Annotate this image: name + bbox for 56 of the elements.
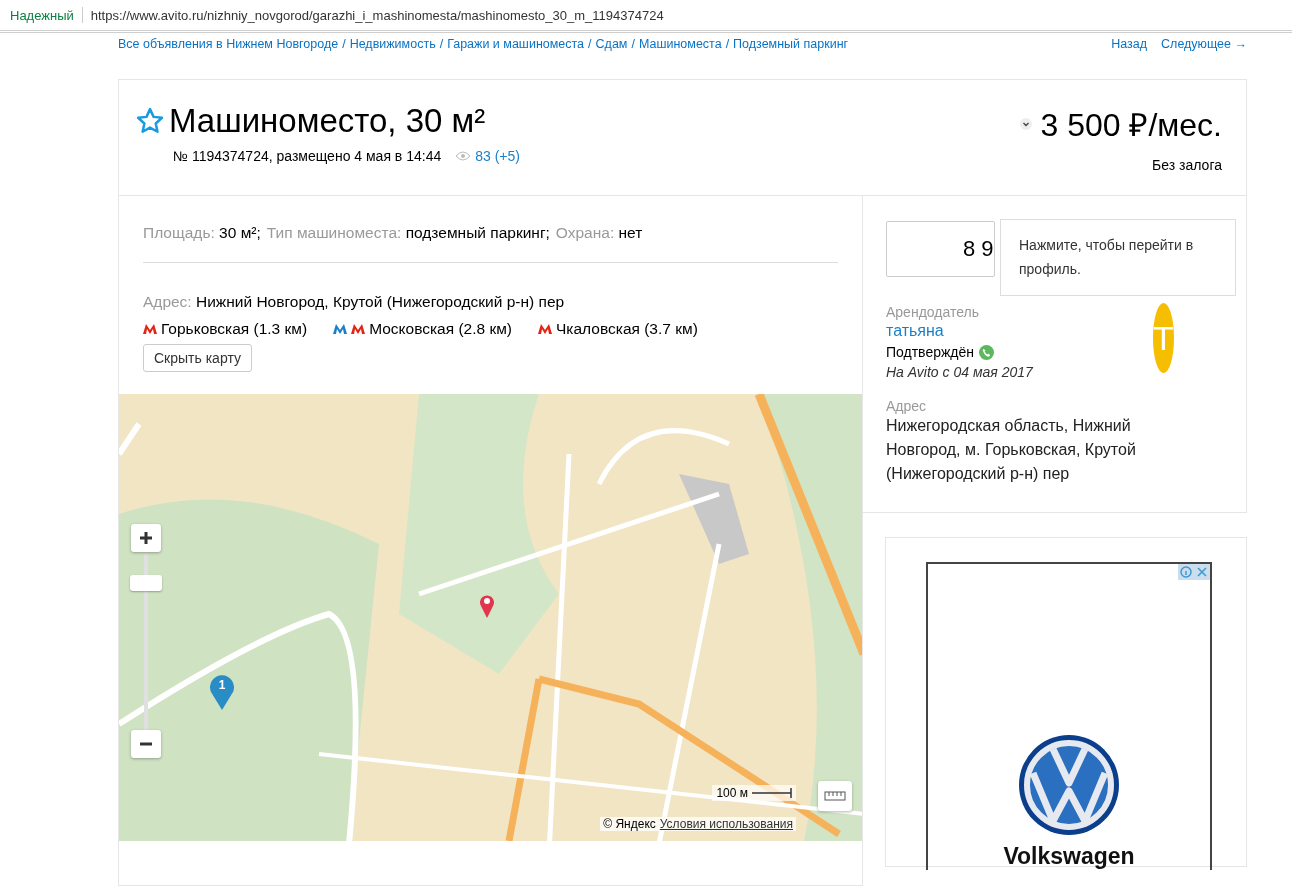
- nav-link[interactable]: Назад: [1111, 37, 1148, 79]
- metro-station: Московская (2.8 км): [369, 320, 513, 338]
- metro-station: Чкаловская (3.7 км): [556, 320, 698, 338]
- breadcrumb-link[interactable]: Гаражи и машиноместа: [447, 37, 585, 79]
- scale-bar-icon: [752, 788, 792, 798]
- security-label: Надежный: [10, 7, 74, 23]
- hide-map-button[interactable]: Скрыть карту: [143, 344, 252, 372]
- listing-title: Машиноместо, 30 м²: [169, 102, 486, 140]
- zoom-in-button[interactable]: [131, 524, 161, 552]
- map-pin-icon: [479, 594, 495, 618]
- emblem-icon: [1017, 733, 1121, 837]
- address-label: Адрес: [886, 398, 927, 414]
- param-text: Тип машиноместа: подземный паркинг;: [266, 224, 550, 242]
- listing-meta: № 1194374724, размещено 4 мая в 14:44: [173, 148, 442, 164]
- phone-icon: [979, 344, 995, 360]
- plus-icon: [139, 531, 153, 545]
- metro-station: Горьковская (1.3 км): [161, 320, 308, 338]
- breadcrumb-link[interactable]: Машиноместа: [638, 37, 722, 79]
- price: 3 500 ₽/мес.: [1040, 106, 1222, 145]
- breadcrumb-separator: /: [631, 37, 635, 53]
- breadcrumb-link[interactable]: Недвижимость: [349, 37, 436, 79]
- dropdown-icon[interactable]: [1020, 117, 1033, 130]
- breadcrumb-link[interactable]: Все объявления в Нижнем Новгороде: [118, 37, 339, 79]
- address-bar[interactable]: https://www.avito.ru/nizhniy_novgorod/garazhi_i_mashinomesta/mashinomesto_30_m_1194374724: [90, 7, 664, 23]
- seller-address: Нижегородская область, Нижний Новгород, м. Горьковская, Крутой (Нижегородский р-н) пер: [886, 416, 1137, 484]
- breadcrumb-separator: /: [439, 37, 444, 53]
- zoom-slider-handle[interactable]: [130, 575, 162, 591]
- breadcrumb-separator: /: [588, 37, 592, 53]
- member-since: На Avito с 04 мая 2017: [886, 364, 1033, 380]
- info-icon[interactable]: [1178, 564, 1194, 580]
- breadcrumb-separator: /: [342, 37, 346, 53]
- breadcrumb-link[interactable]: Сдам: [595, 37, 628, 79]
- deposit-note: Без залога: [1151, 157, 1222, 173]
- seller-role: Арендодатель: [886, 304, 979, 320]
- profile-tooltip: Нажмите, чтобы перейти в профиль.: [1000, 219, 1236, 296]
- address-text: Адрес: Нижний Новгород, Крутой (Нижегородский р-н) пер: [143, 293, 566, 311]
- param-text: Охрана: нет: [555, 224, 643, 242]
- phone-button[interactable]: 8 9: [886, 221, 995, 277]
- ruler-button[interactable]: [818, 781, 852, 811]
- map-scale: 100 м: [716, 786, 748, 800]
- param-text: Площадь: 30 м²;: [143, 224, 261, 242]
- map-copyright: © Яндекс: [603, 817, 656, 831]
- nav-link[interactable]: Следующее →: [1161, 37, 1247, 79]
- favorite-star-icon[interactable]: [135, 106, 165, 136]
- verified-label: Подтверждён: [886, 344, 975, 360]
- cluster-marker[interactable]: 1: [209, 674, 235, 710]
- ad-banner[interactable]: Volkswagen: [926, 562, 1212, 870]
- ad-brand: Volkswagen: [1003, 843, 1135, 870]
- breadcrumb-separator: /: [725, 37, 730, 53]
- views-count: 83 (+5): [475, 148, 520, 164]
- close-icon[interactable]: [1194, 564, 1210, 580]
- zoom-out-button[interactable]: [131, 730, 161, 758]
- breadcrumb-link[interactable]: Подземный паркинг: [733, 37, 849, 79]
- seller-name-link[interactable]: татьяна: [886, 322, 944, 340]
- eye-icon: [455, 151, 472, 161]
- terms-link[interactable]: Условия использования: [659, 817, 793, 831]
